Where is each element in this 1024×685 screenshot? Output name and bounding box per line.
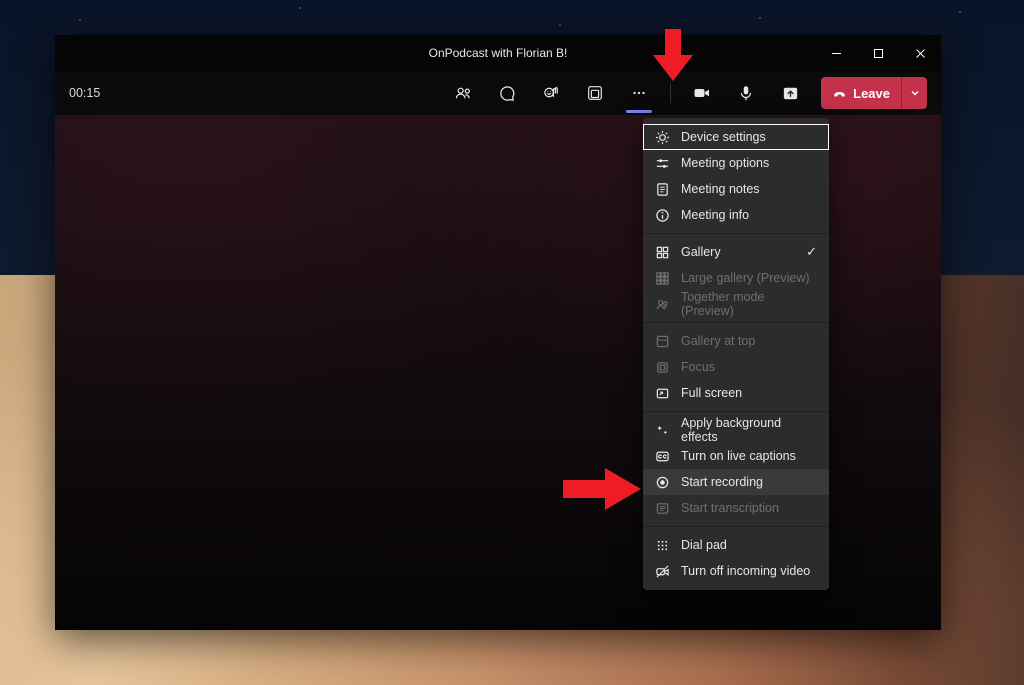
chevron-down-icon [910,88,920,98]
toolbar-separator [670,83,671,103]
menu-item-large-gallery: Large gallery (Preview) [643,265,829,291]
menu-item-live-captions[interactable]: Turn on live captions [643,443,829,469]
chat-icon [498,84,517,103]
menu-item-label: Start recording [681,475,763,489]
rooms-button[interactable] [576,76,614,110]
menu-separator [643,411,829,412]
reactions-button[interactable] [532,76,570,110]
window-minimize-button[interactable] [815,35,857,71]
sparkle-icon [655,423,670,438]
chat-button[interactable] [488,76,526,110]
raise-hand-icon [542,84,561,103]
menu-item-gallery[interactable]: Gallery ✓ [643,239,829,265]
record-icon [655,475,670,490]
frame-icon [655,360,670,375]
more-icon [630,84,648,102]
menu-item-together-mode: Together mode (Preview) [643,291,829,317]
menu-item-label: Together mode (Preview) [681,290,817,318]
menu-separator [643,526,829,527]
menu-item-label: Apply background effects [681,416,817,444]
sliders-icon [655,156,670,171]
hangup-icon [832,86,847,101]
leave-dropdown-button[interactable] [901,77,927,109]
menu-item-device-settings[interactable]: Device settings [643,124,829,150]
camera-button[interactable] [683,76,721,110]
transcript-icon [655,501,670,516]
menu-item-gallery-at-top: Gallery at top [643,328,829,354]
menu-item-label: Meeting options [681,156,769,170]
annotation-arrow-down [653,29,693,81]
menu-item-label: Full screen [681,386,742,400]
people-icon [454,84,473,103]
share-screen-icon [781,84,800,103]
more-actions-menu: Device settings Meeting options Meeting no… [643,118,829,590]
leave-label: Leave [853,86,890,101]
cc-icon [655,449,670,464]
window-maximize-button[interactable] [857,35,899,71]
menu-item-label: Meeting notes [681,182,760,196]
people-icon [655,297,670,312]
fullscreen-icon [655,386,670,401]
window-close-button[interactable] [899,35,941,71]
menu-item-label: Gallery [681,245,721,259]
window-titlebar[interactable]: OnPodcast with Florian B! [55,35,941,71]
breakout-rooms-icon [586,84,604,102]
microphone-button[interactable] [727,76,765,110]
menu-item-dial-pad[interactable]: Dial pad [643,532,829,558]
dialpad-icon [655,538,670,553]
video-off-icon [655,564,670,579]
window-controls [815,35,941,71]
meeting-toolbar: 00:15 [55,71,941,115]
menu-item-label: Focus [681,360,715,374]
participants-button[interactable] [444,76,482,110]
menu-item-start-transcription: Start transcription [643,495,829,521]
menu-item-start-recording[interactable]: Start recording [643,469,829,495]
menu-item-meeting-notes[interactable]: Meeting notes [643,176,829,202]
check-icon: ✓ [806,244,817,260]
notes-icon [655,182,670,197]
menu-item-incoming-video-off[interactable]: Turn off incoming video [643,558,829,584]
more-actions-button[interactable] [620,76,658,110]
menu-item-full-screen[interactable]: Full screen [643,380,829,406]
menu-item-label: Meeting info [681,208,749,222]
layout-top-icon [655,334,670,349]
meeting-timer: 00:15 [69,86,100,100]
share-button[interactable] [771,76,809,110]
menu-item-label: Large gallery (Preview) [681,271,810,285]
menu-item-label: Gallery at top [681,334,755,348]
menu-item-focus: Focus [643,354,829,380]
leave-button-group: Leave [821,77,927,109]
microphone-icon [737,84,755,102]
grid-icon [655,245,670,260]
menu-item-label: Dial pad [681,538,727,552]
menu-item-meeting-options[interactable]: Meeting options [643,150,829,176]
camera-icon [692,83,712,103]
grid-large-icon [655,271,670,286]
menu-item-label: Turn off incoming video [681,564,810,578]
gear-icon [655,130,670,145]
menu-item-label: Start transcription [681,501,779,515]
menu-item-apply-bg[interactable]: Apply background effects [643,417,829,443]
window-title: OnPodcast with Florian B! [429,46,568,60]
menu-item-label: Device settings [681,130,766,144]
leave-button[interactable]: Leave [821,77,901,109]
annotation-arrow-right [563,468,641,510]
menu-item-label: Turn on live captions [681,449,796,463]
menu-separator [643,233,829,234]
menu-item-meeting-info[interactable]: Meeting info [643,202,829,228]
menu-separator [643,322,829,323]
info-icon [655,208,670,223]
